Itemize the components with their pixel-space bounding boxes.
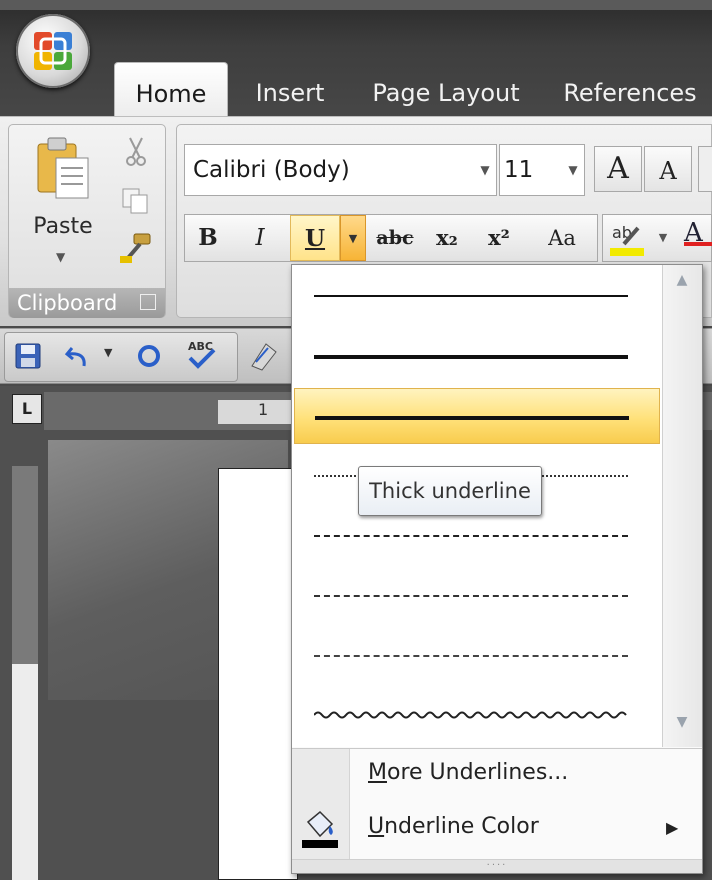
font-color-label: A <box>684 218 703 248</box>
menu-separator <box>292 748 702 749</box>
resize-grip[interactable]: ···· <box>292 859 702 873</box>
shrink-font-label: A <box>659 157 677 185</box>
underline-color-item[interactable]: Underline Color <box>368 814 539 839</box>
tooltip-thick-underline: Thick underline <box>358 466 542 516</box>
underline-color-mnemonic: U <box>368 814 385 839</box>
superscript-button[interactable]: x² <box>476 215 522 261</box>
document-page[interactable] <box>218 468 298 880</box>
grow-font-button[interactable]: A <box>594 146 642 192</box>
redo-icon[interactable] <box>134 342 164 370</box>
underline-option-dash-dot-dot[interactable] <box>294 628 660 684</box>
underline-option-dashed[interactable] <box>294 508 660 564</box>
underline-button[interactable]: U <box>290 215 340 261</box>
underline-color-label: nderline Color <box>384 814 539 839</box>
underline-option-dash-dot[interactable] <box>294 568 660 624</box>
more-underlines-label: ore Underlines... <box>386 760 569 785</box>
vertical-ruler-margin <box>12 466 38 664</box>
clear-formatting-button[interactable] <box>698 146 712 192</box>
underline-sample <box>314 595 628 597</box>
grow-font-label: A <box>607 151 629 186</box>
font-color-button[interactable]: A <box>684 218 712 258</box>
underline-sample <box>314 295 628 297</box>
window-top-edge <box>0 0 712 10</box>
ruler-number: 1 <box>258 400 269 419</box>
chevron-down-icon[interactable]: ▼ <box>562 144 584 196</box>
spell-check-icon[interactable]: ABC <box>182 338 220 372</box>
chevron-down-icon[interactable]: ▼ <box>474 144 496 196</box>
svg-text:ABC: ABC <box>188 340 213 353</box>
subscript-button[interactable]: x₂ <box>424 215 470 261</box>
shrink-font-button[interactable]: A <box>644 146 692 192</box>
paint-bucket-icon <box>302 810 338 848</box>
tab-references[interactable]: References <box>556 62 704 118</box>
chevron-down-icon[interactable]: ▼ <box>104 346 112 359</box>
underline-sample <box>314 535 628 537</box>
underline-option-wave[interactable] <box>294 688 660 744</box>
underline-option-thick-selected[interactable] <box>294 388 660 444</box>
tab-insert[interactable]: Insert <box>244 62 336 118</box>
tab-stop-selector[interactable]: L <box>12 394 42 424</box>
scroll-down-icon[interactable]: ▼ <box>662 714 702 730</box>
chevron-down-icon[interactable]: ▼ <box>650 215 676 261</box>
gallery-scrollbar[interactable] <box>662 265 702 747</box>
underline-dropdown-button[interactable]: ▼ <box>340 215 366 261</box>
floppy-disk-icon[interactable] <box>14 342 42 370</box>
dialog-launcher-icon[interactable] <box>140 294 156 310</box>
tab-page-layout[interactable]: Page Layout <box>366 62 526 118</box>
highlighter-icon[interactable]: ab <box>608 218 648 258</box>
scissors-icon[interactable] <box>124 136 148 166</box>
underline-sample <box>314 355 628 359</box>
quick-print-icon[interactable] <box>246 338 282 372</box>
paintbrush-icon[interactable] <box>118 232 154 264</box>
strikethrough-button[interactable]: abc <box>372 215 418 261</box>
more-underlines-mnemonic: M <box>368 760 387 785</box>
tab-home[interactable]: Home <box>114 62 228 118</box>
underline-option-single[interactable] <box>294 268 660 324</box>
undo-icon[interactable] <box>64 342 94 370</box>
underline-option-thick[interactable] <box>294 328 660 384</box>
paste-label[interactable]: Paste <box>20 214 106 239</box>
scroll-up-icon[interactable]: ▲ <box>662 272 702 288</box>
underline-sample <box>315 416 629 420</box>
office-logo-icon <box>34 32 72 70</box>
clipboard-paste-icon[interactable] <box>36 136 92 202</box>
font-name-combobox[interactable]: Calibri (Body) <box>184 144 497 196</box>
chevron-down-icon[interactable]: ▼ <box>56 250 65 264</box>
bold-button[interactable]: B <box>186 215 230 261</box>
italic-button[interactable]: I <box>238 215 282 261</box>
copy-icon[interactable] <box>120 186 150 216</box>
submenu-arrow-icon: ▶ <box>666 818 679 837</box>
underline-sample <box>314 655 628 657</box>
change-case-button[interactable]: Aa <box>530 215 594 261</box>
underline-sample <box>314 711 627 719</box>
more-underlines-item[interactable]: More Underlines... <box>368 760 568 785</box>
